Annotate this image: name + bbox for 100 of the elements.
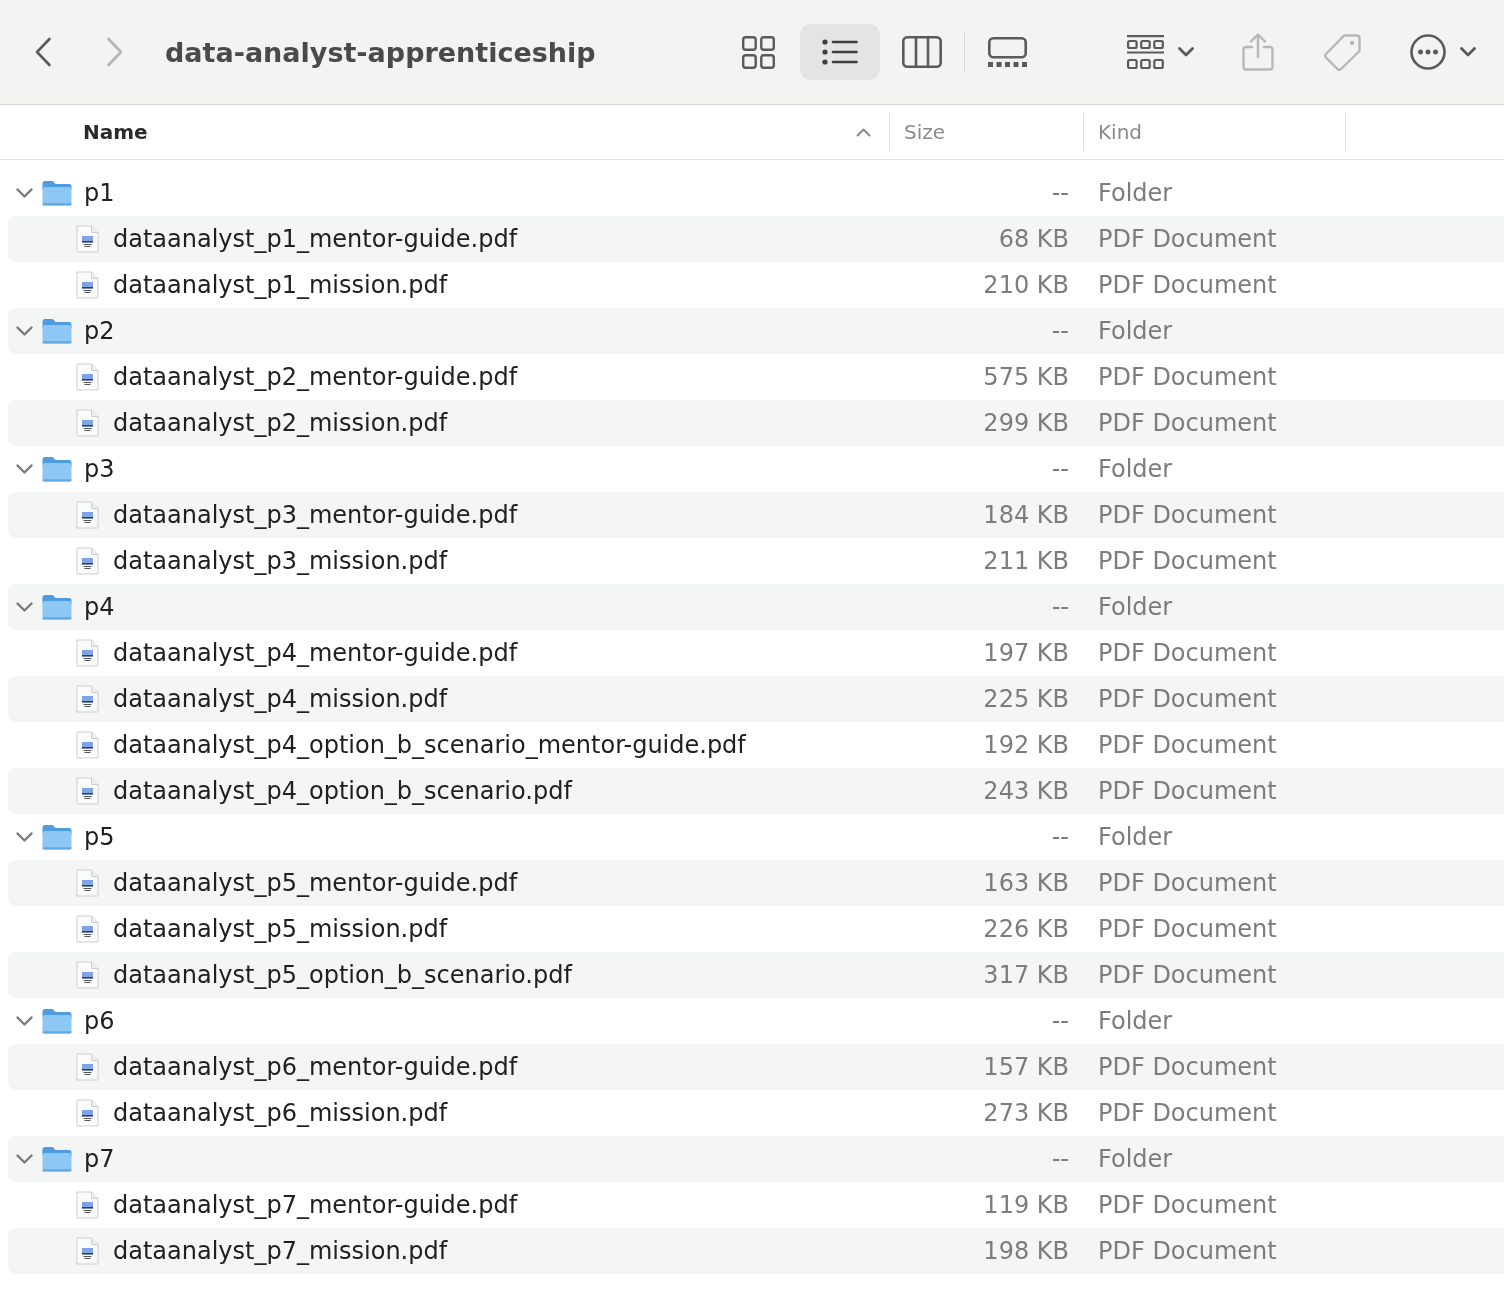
file-name: p7 — [84, 1145, 115, 1173]
file-size: 211 KB — [983, 547, 1069, 575]
file-size: 575 KB — [983, 363, 1069, 391]
file-kind: PDF Document — [1098, 1053, 1277, 1081]
file-name: dataanalyst_p1_mission.pdf — [113, 271, 448, 299]
file-row[interactable]: dataanalyst_p2_mission.pdf 299 KB PDF Document — [8, 400, 1504, 446]
share-icon — [1242, 33, 1274, 71]
file-kind: PDF Document — [1098, 961, 1277, 989]
document-icon — [76, 363, 99, 391]
file-kind: PDF Document — [1098, 1191, 1277, 1219]
file-name: dataanalyst_p2_mission.pdf — [113, 409, 448, 437]
disclosure-chevron-icon[interactable] — [16, 832, 33, 842]
document-icon — [76, 685, 99, 713]
disclosure-chevron-icon[interactable] — [16, 602, 33, 612]
chevron-right-icon — [106, 37, 124, 67]
file-kind: PDF Document — [1098, 1237, 1277, 1265]
file-row[interactable]: dataanalyst_p3_mentor-guide.pdf 184 KB PDF Document — [8, 492, 1504, 538]
file-name: dataanalyst_p4_option_b_scenario_mentor-guide.pdf — [113, 731, 746, 759]
file-size: -- — [1051, 317, 1069, 345]
more-icon — [1410, 34, 1446, 70]
file-name: dataanalyst_p3_mentor-guide.pdf — [113, 501, 518, 529]
file-name: p4 — [84, 593, 115, 621]
file-kind: Folder — [1098, 593, 1173, 621]
file-name: dataanalyst_p1_mentor-guide.pdf — [113, 225, 518, 253]
file-kind: PDF Document — [1098, 915, 1277, 943]
file-kind: Folder — [1098, 455, 1173, 483]
file-name: dataanalyst_p5_option_b_scenario.pdf — [113, 961, 572, 989]
file-size: 163 KB — [983, 869, 1069, 897]
file-kind: Folder — [1098, 823, 1173, 851]
folder-icon — [42, 1008, 72, 1034]
document-icon — [76, 639, 99, 667]
file-size: 299 KB — [983, 409, 1069, 437]
document-icon — [76, 271, 99, 299]
file-size: 273 KB — [983, 1099, 1069, 1127]
disclosure-chevron-icon[interactable] — [16, 1154, 33, 1164]
file-size: 198 KB — [983, 1237, 1069, 1265]
column-header[interactable]: Name — [83, 120, 148, 144]
file-row[interactable]: p4 -- Folder — [8, 584, 1504, 630]
file-size: 197 KB — [983, 639, 1069, 667]
file-size: 243 KB — [983, 777, 1069, 805]
file-row[interactable]: dataanalyst_p4_mission.pdf 225 KB PDF Document — [8, 676, 1504, 722]
document-icon — [76, 1237, 99, 1265]
folder-icon — [42, 824, 72, 850]
folder-icon — [42, 180, 72, 206]
disclosure-chevron-icon[interactable] — [16, 188, 33, 198]
folder-icon — [42, 1146, 72, 1172]
file-size: 225 KB — [983, 685, 1069, 713]
file-row[interactable]: p7 -- Folder — [8, 1136, 1504, 1182]
file-name: dataanalyst_p4_mission.pdf — [113, 685, 448, 713]
chevron-down-icon — [1460, 47, 1476, 57]
file-name: dataanalyst_p6_mentor-guide.pdf — [113, 1053, 518, 1081]
file-size: 157 KB — [983, 1053, 1069, 1081]
document-icon — [76, 1053, 99, 1081]
document-icon — [76, 409, 99, 437]
document-icon — [76, 731, 99, 759]
file-row[interactable]: dataanalyst_p6_mentor-guide.pdf 157 KB PDF Document — [8, 1044, 1504, 1090]
disclosure-chevron-icon[interactable] — [16, 1016, 33, 1026]
file-row[interactable]: dataanalyst_p7_mission.pdf 198 KB PDF Document — [8, 1228, 1504, 1274]
file-row[interactable]: dataanalyst_p1_mentor-guide.pdf 68 KB PDF Document — [8, 216, 1504, 262]
folder-icon — [42, 456, 72, 482]
tag-icon — [1324, 33, 1362, 71]
document-icon — [76, 869, 99, 897]
document-icon — [76, 547, 99, 575]
file-name: dataanalyst_p7_mission.pdf — [113, 1237, 448, 1265]
folder-icon — [42, 594, 72, 620]
file-size: -- — [1051, 455, 1069, 483]
file-name: p6 — [84, 1007, 115, 1035]
disclosure-chevron-icon[interactable] — [16, 464, 33, 474]
file-row[interactable]: dataanalyst_p4_option_b_scenario.pdf 243 KB PDF Document — [8, 768, 1504, 814]
document-icon — [76, 501, 99, 529]
file-size: 192 KB — [983, 731, 1069, 759]
document-icon — [76, 225, 99, 253]
file-kind: PDF Document — [1098, 777, 1277, 805]
document-icon — [76, 1191, 99, 1219]
chevron-left-icon — [34, 37, 52, 67]
file-name: dataanalyst_p5_mentor-guide.pdf — [113, 869, 518, 897]
file-kind: PDF Document — [1098, 363, 1277, 391]
file-kind: Folder — [1098, 1007, 1173, 1035]
square-rows-icon — [1127, 34, 1164, 70]
file-size: 119 KB — [983, 1191, 1069, 1219]
file-name: dataanalyst_p7_mentor-guide.pdf — [113, 1191, 518, 1219]
file-kind: Folder — [1098, 317, 1173, 345]
list-view-button[interactable] — [800, 24, 880, 80]
list-icon — [822, 39, 858, 65]
file-row[interactable]: dataanalyst_p5_option_b_scenario.pdf 317 KB PDF Document — [8, 952, 1504, 998]
disclosure-chevron-icon[interactable] — [16, 326, 33, 336]
file-kind: PDF Document — [1098, 271, 1277, 299]
file-size: -- — [1051, 1145, 1069, 1173]
file-size: -- — [1051, 823, 1069, 851]
file-size: -- — [1051, 1007, 1069, 1035]
file-name: dataanalyst_p2_mentor-guide.pdf — [113, 363, 518, 391]
file-name: dataanalyst_p5_mission.pdf — [113, 915, 448, 943]
file-row[interactable]: dataanalyst_p5_mentor-guide.pdf 163 KB PDF Document — [8, 860, 1504, 906]
document-icon — [76, 915, 99, 943]
file-kind: PDF Document — [1098, 1099, 1277, 1127]
chevron-down-icon — [1178, 47, 1194, 57]
file-kind: PDF Document — [1098, 547, 1277, 575]
file-row[interactable]: p2 -- Folder — [8, 308, 1504, 354]
file-name: p1 — [84, 179, 115, 207]
file-name: p3 — [84, 455, 115, 483]
